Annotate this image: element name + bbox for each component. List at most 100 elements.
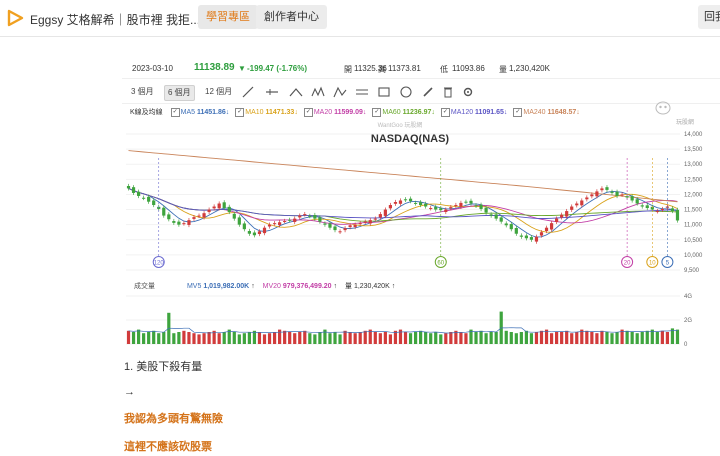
volume-bar xyxy=(494,332,498,344)
ma-direction: ↓ xyxy=(294,109,298,116)
candle xyxy=(413,202,418,204)
candle xyxy=(489,214,493,216)
volume-bar xyxy=(147,332,151,344)
volume-bar xyxy=(560,332,564,344)
candle xyxy=(308,215,312,217)
volume-bar xyxy=(408,333,413,344)
fibonacci-tool-icon[interactable] xyxy=(332,84,348,100)
triangle-tool-icon[interactable] xyxy=(288,84,304,100)
candle xyxy=(368,220,372,224)
candle xyxy=(585,197,589,200)
candle xyxy=(393,202,398,204)
candle xyxy=(262,227,267,234)
vocus-logo-icon[interactable] xyxy=(6,9,24,27)
marker-label: 10 xyxy=(649,261,656,267)
candle xyxy=(222,202,226,209)
candle xyxy=(408,198,413,202)
ma-legend-item[interactable]: ✓ MA120 11091.65↓ xyxy=(440,107,507,117)
divider xyxy=(122,103,720,104)
candle xyxy=(177,221,181,225)
candle xyxy=(670,208,675,212)
candle xyxy=(237,217,241,225)
volume-bar xyxy=(202,333,206,344)
mv5-label: MV5 xyxy=(186,283,202,290)
volume-bar xyxy=(358,332,362,344)
ma-name: MA120 xyxy=(450,109,476,116)
line-tool-icon[interactable] xyxy=(240,84,256,100)
volume-bar xyxy=(288,332,292,344)
period-3m-button[interactable]: 3 個月 xyxy=(128,85,157,99)
candle xyxy=(534,236,539,242)
y-tick-label: 4G xyxy=(684,294,692,300)
candle xyxy=(131,187,136,193)
ray-tool-icon[interactable] xyxy=(264,84,280,100)
brush-tool-icon[interactable] xyxy=(420,84,436,100)
back-button[interactable]: 回我 xyxy=(698,5,720,29)
volume-bar xyxy=(635,333,639,344)
site-title[interactable]: Eggsy 艾格解希｜股市裡 我拒... xyxy=(30,11,200,28)
mv20-direction: ↑ xyxy=(333,283,338,290)
ma-legend-item[interactable]: ✓ MA5 11451.86↓ xyxy=(170,107,229,117)
trash-icon[interactable] xyxy=(440,84,456,100)
rectangle-tool-icon[interactable] xyxy=(376,84,392,100)
candle xyxy=(147,196,151,202)
ma-value: 11471.33 xyxy=(265,109,295,116)
volume-bar xyxy=(328,333,332,344)
candle xyxy=(247,231,251,234)
checkbox-icon[interactable]: ✓ xyxy=(235,107,245,117)
candle xyxy=(474,205,478,207)
volume-bar xyxy=(474,332,478,344)
candle xyxy=(202,213,206,218)
top-navigation-bar: Eggsy 艾格解希｜股市裡 我拒... 學習專區 創作者中心 回我 xyxy=(0,0,720,37)
volume-bar xyxy=(293,333,297,344)
volume-bar xyxy=(570,333,574,344)
marker-label: 120 xyxy=(154,261,165,267)
ma-direction: ↓ xyxy=(576,109,580,116)
open-label: 開 xyxy=(344,65,352,74)
candlestick-chart[interactable]: WantGoo 玩股網 NASDAQ(NAS) 120 60 20 10 5 14,00… xyxy=(122,118,720,282)
volume-bar xyxy=(549,333,554,344)
volume-bar xyxy=(318,332,322,344)
candle xyxy=(454,205,458,207)
checkbox-icon[interactable]: ✓ xyxy=(372,107,382,117)
checkbox-icon[interactable]: ✓ xyxy=(303,107,313,117)
candle xyxy=(449,207,453,209)
ma-legend-item[interactable]: ✓ MA60 11236.97↓ xyxy=(372,107,435,117)
candle xyxy=(232,213,236,219)
checkbox-icon[interactable]: ✓ xyxy=(440,107,450,117)
creator-center-button[interactable]: 創作者中心 xyxy=(256,5,327,29)
ma-legend-item[interactable]: ✓ MA240 11648.57↓ xyxy=(513,107,580,117)
candle xyxy=(424,203,428,207)
wave-tool-icon[interactable] xyxy=(310,84,326,100)
volume-chart[interactable]: 4G 2G 0 xyxy=(122,292,720,348)
parallel-tool-icon[interactable] xyxy=(354,84,370,100)
period-12m-button[interactable]: 12 個月 xyxy=(202,85,235,99)
volume-bar xyxy=(267,333,272,344)
checkbox-icon[interactable]: ✓ xyxy=(170,107,180,117)
checkbox-icon[interactable]: ✓ xyxy=(513,107,523,117)
candle xyxy=(192,217,196,219)
candle xyxy=(172,221,176,223)
candle xyxy=(227,206,231,212)
y-tick-label: 13,500 xyxy=(684,147,703,153)
volume-bar xyxy=(283,330,287,344)
volume-bar xyxy=(197,334,201,344)
mv5-line xyxy=(128,327,678,334)
ma-legend-item[interactable]: ✓ MA10 11471.33↓ xyxy=(235,107,298,117)
volume-bar xyxy=(308,333,312,344)
learn-zone-button[interactable]: 學習專區 xyxy=(198,5,258,29)
candle xyxy=(529,237,534,240)
ma-legend-item[interactable]: ✓ MA20 11599.09↓ xyxy=(303,107,366,117)
settings-icon[interactable] xyxy=(460,84,476,100)
volume-bar xyxy=(444,333,448,344)
volume-bar xyxy=(142,333,146,344)
candle xyxy=(444,209,448,212)
mv5-direction: ↑ xyxy=(251,283,255,290)
period-6m-button[interactable]: 6 個月 xyxy=(164,85,195,101)
candle xyxy=(323,223,327,225)
volume-bar xyxy=(539,330,544,344)
volume-bar xyxy=(655,332,659,344)
circle-tool-icon[interactable] xyxy=(398,84,414,100)
volume-bar xyxy=(555,332,559,344)
volume-bar xyxy=(272,332,277,344)
